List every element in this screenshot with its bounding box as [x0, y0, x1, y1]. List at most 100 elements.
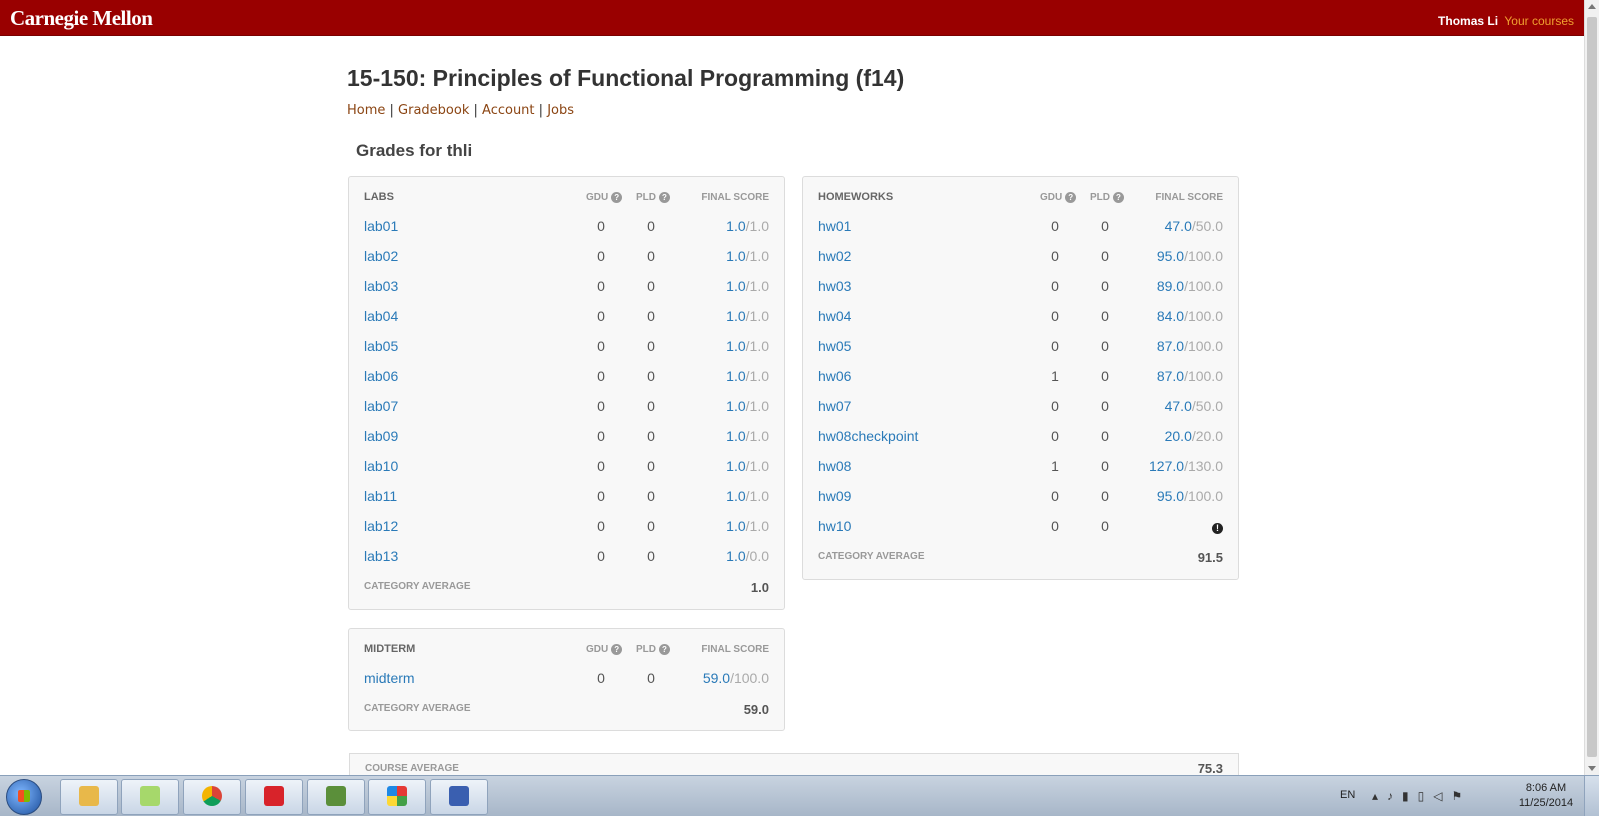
possible-score: 1.0	[749, 338, 769, 354]
earned-score-link[interactable]: 1.0	[726, 368, 745, 384]
show-desktop-button[interactable]	[1584, 776, 1599, 816]
pld-help-icon[interactable]: ?	[1113, 192, 1124, 203]
system-tray-icons[interactable]: ▴♪▮▯◁⚑	[1372, 789, 1471, 803]
assignment-link[interactable]: lab02	[364, 241, 398, 271]
file-explorer-icon	[79, 786, 99, 806]
nav-jobs-link[interactable]: Jobs	[547, 103, 574, 118]
earned-score-link[interactable]: 47.0	[1165, 398, 1192, 414]
final-score: 1.0/1.0	[726, 511, 769, 541]
assignment-link[interactable]: hw04	[818, 301, 851, 331]
assignment-link[interactable]: lab10	[364, 451, 398, 481]
pld-value: 0	[647, 428, 655, 444]
tray-flag-icon[interactable]: ⚑	[1451, 789, 1471, 803]
scroll-down-arrow-icon[interactable]	[1588, 766, 1596, 771]
assignment-link[interactable]: hw09	[818, 481, 851, 511]
scroll-thumb[interactable]	[1587, 17, 1597, 757]
gdu-value: 0	[597, 278, 605, 294]
tray-battery-icon[interactable]: ▯	[1418, 789, 1434, 803]
taskbar-matlab[interactable]	[307, 779, 365, 815]
scroll-up-arrow-icon[interactable]	[1588, 4, 1596, 9]
assignment-link[interactable]: lab13	[364, 541, 398, 571]
tray-signal-icon[interactable]: ▮	[1402, 789, 1418, 803]
user-name[interactable]: Thomas Li	[1438, 14, 1498, 28]
assignment-link[interactable]: lab01	[364, 211, 398, 241]
earned-score-link[interactable]: 95.0	[1157, 248, 1184, 264]
assignment-link[interactable]: lab03	[364, 271, 398, 301]
taskbar-chrome[interactable]	[183, 779, 241, 815]
midterm-panel: MIDTERM GDU? PLD? FINAL SCORE midterm 0 0 5…	[348, 628, 785, 731]
nav-account-link[interactable]: Account	[482, 103, 535, 118]
gdu-help-icon[interactable]: ?	[1065, 192, 1077, 203]
assignment-link[interactable]: lab05	[364, 331, 398, 361]
assignment-link[interactable]: midterm	[364, 663, 415, 693]
assignment-link[interactable]: lab09	[364, 421, 398, 451]
assignment-link[interactable]: hw08checkpoint	[818, 421, 918, 451]
assignment-link[interactable]: hw06	[818, 361, 851, 391]
earned-score-link[interactable]: 1.0	[726, 338, 745, 354]
assignment-link[interactable]: hw08	[818, 451, 851, 481]
taskbar-adobe-reader[interactable]	[245, 779, 303, 815]
earned-score-link[interactable]: 87.0	[1157, 368, 1184, 384]
possible-score: 1.0	[749, 278, 769, 294]
earned-score-link[interactable]: 127.0	[1149, 458, 1184, 474]
earned-score-link[interactable]: 1.0	[726, 218, 745, 234]
pld-value: 0	[1101, 398, 1109, 414]
assignment-link[interactable]: lab11	[364, 481, 397, 511]
earned-score-link[interactable]: 87.0	[1157, 338, 1184, 354]
pld-help-icon[interactable]: ?	[659, 192, 670, 203]
taskbar-file-explorer[interactable]	[60, 779, 118, 815]
adobe-reader-icon	[264, 786, 284, 806]
earned-score-link[interactable]: 1.0	[726, 278, 745, 294]
clock[interactable]: 8:06 AM 11/25/2014	[1510, 782, 1582, 809]
possible-score: 1.0	[749, 398, 769, 414]
taskbar-avg[interactable]	[368, 779, 426, 815]
earned-score-link[interactable]: 47.0	[1165, 218, 1192, 234]
assignment-link[interactable]: hw01	[818, 211, 851, 241]
vertical-scrollbar[interactable]	[1584, 0, 1599, 775]
earned-score-link[interactable]: 59.0	[703, 670, 730, 686]
homeworks-category-average-value: 91.5	[1197, 550, 1223, 565]
tray-volume-icon[interactable]: ◁	[1433, 789, 1451, 803]
tray-expand-icon[interactable]: ▴	[1372, 789, 1387, 803]
assignment-link[interactable]: lab06	[364, 361, 398, 391]
earned-score-link[interactable]: 1.0	[726, 248, 745, 264]
pld-help-icon[interactable]: ?	[659, 644, 670, 655]
assignment-link[interactable]: lab07	[364, 391, 398, 421]
gdu-value: 0	[597, 398, 605, 414]
your-courses-link[interactable]: Your courses	[1504, 14, 1574, 28]
assignment-link[interactable]: lab04	[364, 301, 398, 331]
earned-score-link[interactable]: 84.0	[1157, 308, 1184, 324]
final-score: 1.0/1.0	[726, 211, 769, 241]
taskbar-sticky-notes[interactable]	[121, 779, 179, 815]
nav-gradebook-link[interactable]: Gradebook	[398, 103, 469, 118]
earned-score-link[interactable]: 1.0	[726, 398, 745, 414]
pld-value: 0	[647, 398, 655, 414]
pending-grade-icon[interactable]: !	[1212, 523, 1223, 534]
earned-score-link[interactable]: 95.0	[1157, 488, 1184, 504]
assignment-link[interactable]: hw07	[818, 391, 851, 421]
gdu-help-icon[interactable]: ?	[611, 192, 623, 203]
earned-score-link[interactable]: 1.0	[726, 488, 745, 504]
earned-score-link[interactable]: 1.0	[726, 548, 745, 564]
earned-score-link[interactable]: 20.0	[1165, 428, 1192, 444]
assignment-link[interactable]: hw03	[818, 271, 851, 301]
final-score: 1.0/1.0	[726, 301, 769, 331]
nav-home-link[interactable]: Home	[347, 103, 385, 118]
earned-score-link[interactable]: 1.0	[726, 518, 745, 534]
start-button[interactable]	[6, 779, 42, 815]
tray-notification-icon[interactable]: ♪	[1387, 789, 1402, 803]
earned-score-link[interactable]: 1.0	[726, 428, 745, 444]
assignment-link[interactable]: lab12	[364, 511, 398, 541]
assignment-link[interactable]: hw10	[818, 511, 851, 541]
final-score: 87.0/100.0	[1157, 331, 1223, 361]
language-indicator[interactable]: EN	[1340, 789, 1355, 801]
cmu-logo[interactable]: Carnegie Mellon	[10, 6, 153, 31]
earned-score-link[interactable]: 89.0	[1157, 278, 1184, 294]
earned-score-link[interactable]: 1.0	[726, 308, 745, 324]
taskbar-network-app[interactable]	[430, 779, 488, 815]
earned-score-link[interactable]: 1.0	[726, 458, 745, 474]
gdu-help-icon[interactable]: ?	[611, 644, 623, 655]
assignment-link[interactable]: hw05	[818, 331, 851, 361]
pld-value: 0	[1101, 248, 1109, 264]
assignment-link[interactable]: hw02	[818, 241, 851, 271]
